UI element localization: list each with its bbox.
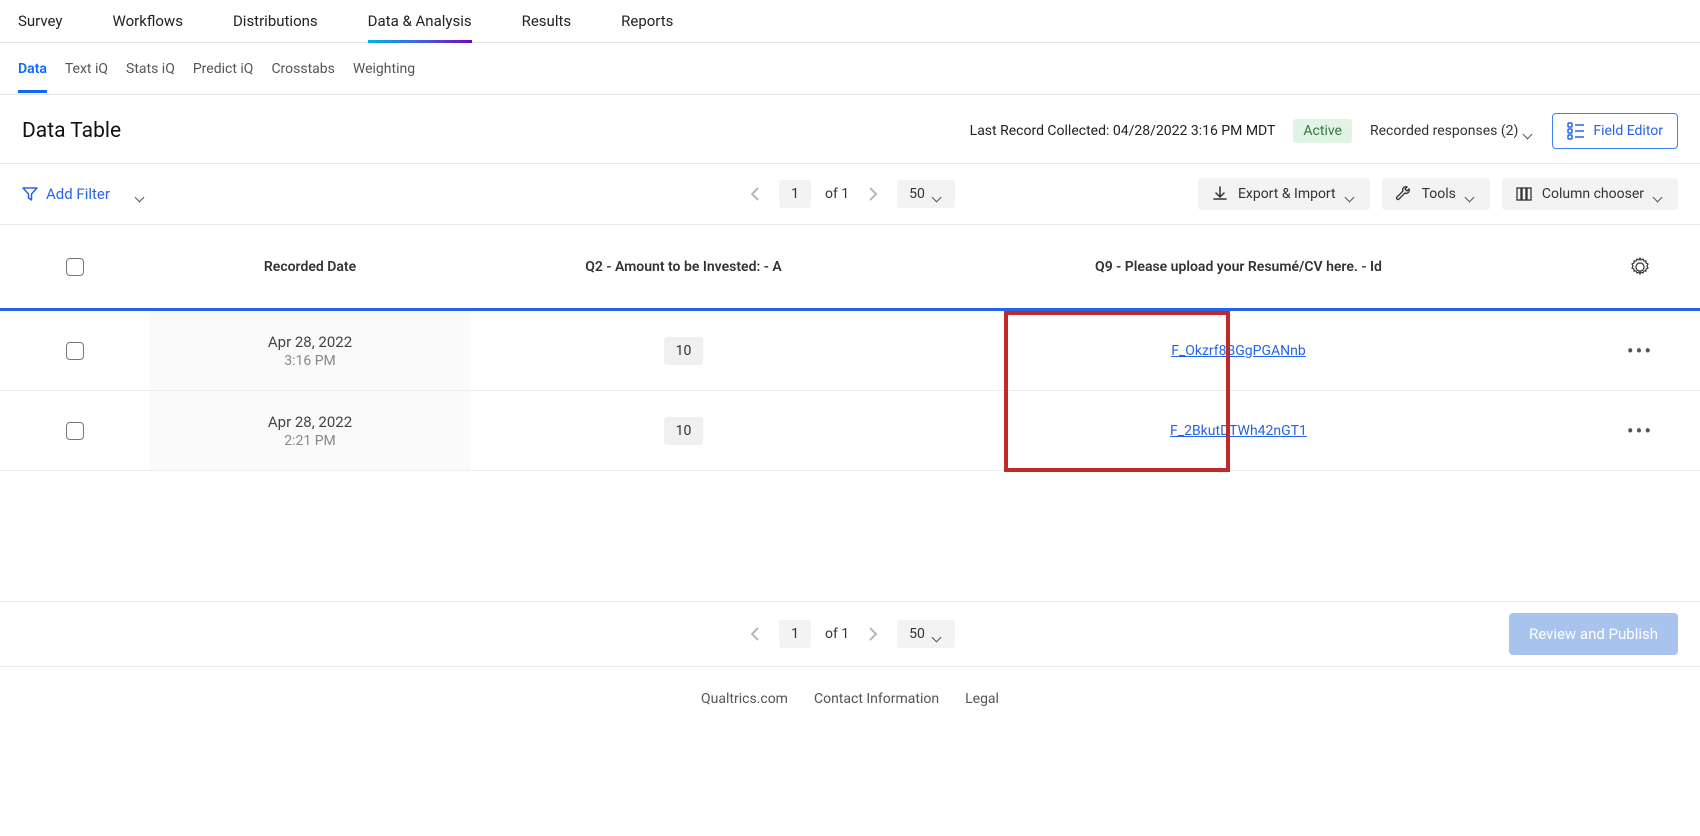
prev-page-button-footer[interactable] [745,623,765,645]
select-all-checkbox[interactable] [66,258,84,276]
nav-workflows[interactable]: Workflows [113,0,183,42]
amount-value: 10 [664,417,704,445]
field-editor-button[interactable]: Field Editor [1552,113,1678,149]
export-import-label: Export & Import [1238,186,1336,202]
chevron-down-icon [1466,189,1476,199]
subnav-predictiq[interactable]: Predict iQ [193,45,254,93]
field-editor-label: Field Editor [1593,123,1663,139]
recorded-responses-dropdown[interactable]: Recorded responses (2) [1370,123,1534,139]
subnav-statsiq[interactable]: Stats iQ [126,45,175,93]
add-filter-label: Add Filter [46,185,110,203]
header-file-id[interactable]: Q9 - Please upload your Resumé/CV here. … [897,259,1580,275]
chevron-down-icon [933,189,943,199]
page-of-label: of 1 [825,186,849,202]
nav-distributions[interactable]: Distributions [233,0,318,42]
row-checkbox[interactable] [66,422,84,440]
chevron-down-icon [1524,126,1534,136]
title-row: Data Table Last Record Collected: 04/28/… [0,95,1700,164]
header-amount[interactable]: Q2 - Amount to be Invested: - A [470,259,897,275]
column-chooser-button[interactable]: Column chooser [1502,178,1678,210]
filter-icon [22,186,38,202]
nav-results[interactable]: Results [522,0,572,42]
cell-file-id: F_Okzrf8BGgPGANnb [897,343,1580,359]
toolbar: Add Filter 1 of 1 50 Export & Import [0,164,1700,225]
row-actions-button[interactable]: ••• [1580,419,1700,443]
cell-recorded-date: Apr 28, 2022 2:21 PM [150,391,470,470]
cell-recorded-date: Apr 28, 2022 3:16 PM [150,311,470,390]
nav-reports[interactable]: Reports [621,0,673,42]
wrench-icon [1396,186,1412,202]
row-date: Apr 28, 2022 [150,333,470,351]
footer-link-legal[interactable]: Legal [965,691,999,707]
footer-link-qualtrics[interactable]: Qualtrics.com [701,691,788,707]
field-editor-icon [1567,122,1585,140]
page-size-value-footer: 50 [909,626,925,642]
next-page-button-footer[interactable] [863,623,883,645]
table-row: Apr 28, 2022 3:16 PM 10 F_Okzrf8BGgPGANn… [0,311,1700,391]
file-id-link[interactable]: F_Okzrf8BGgPGANnb [1171,343,1306,359]
prev-page-button[interactable] [745,183,765,205]
status-badge: Active [1293,119,1352,143]
filter-dropdown-chevron[interactable] [136,189,146,199]
column-chooser-label: Column chooser [1542,186,1644,202]
chevron-down-icon [1346,189,1356,199]
tools-label: Tools [1422,186,1456,202]
add-filter-button[interactable]: Add Filter [22,185,110,203]
tools-button[interactable]: Tools [1382,178,1490,210]
nav-data-analysis[interactable]: Data & Analysis [368,0,472,42]
gear-icon[interactable] [1630,257,1650,277]
nav-survey[interactable]: Survey [18,0,63,42]
row-time: 2:21 PM [150,433,470,449]
page-number-input[interactable]: 1 [779,180,811,208]
page-of-label-footer: of 1 [825,626,849,642]
table-row: Apr 28, 2022 2:21 PM 10 F_2BkutDTWh42nGT… [0,391,1700,471]
subnav-data[interactable]: Data [18,45,47,93]
cell-amount: 10 [470,337,897,365]
cell-amount: 10 [470,417,897,445]
sub-nav: Data Text iQ Stats iQ Predict iQ Crossta… [0,43,1700,95]
last-record-text: Last Record Collected: 04/28/2022 3:16 P… [970,123,1276,139]
footer-link-contact[interactable]: Contact Information [814,691,939,707]
page-title: Data Table [22,119,121,143]
file-id-link[interactable]: F_2BkutDTWh42nGT1 [1170,423,1307,439]
top-nav: Survey Workflows Distributions Data & An… [0,0,1700,43]
subnav-weighting[interactable]: Weighting [353,45,415,93]
row-date: Apr 28, 2022 [150,413,470,431]
amount-value: 10 [664,337,704,365]
footer-links: Qualtrics.com Contact Information Legal [0,667,1700,747]
columns-icon [1516,186,1532,202]
page-size-dropdown-footer[interactable]: 50 [897,620,955,648]
row-checkbox[interactable] [66,342,84,360]
export-import-button[interactable]: Export & Import [1198,178,1370,210]
page-number-input-footer[interactable]: 1 [779,620,811,648]
cell-file-id: F_2BkutDTWh42nGT1 [897,423,1580,439]
chevron-down-icon [1654,189,1664,199]
review-publish-button[interactable]: Review and Publish [1509,613,1678,655]
data-table: Recorded Date Q2 - Amount to be Invested… [0,225,1700,471]
row-time: 3:16 PM [150,353,470,369]
subnav-crosstabs[interactable]: Crosstabs [271,45,334,93]
chevron-down-icon [933,629,943,639]
page-size-value: 50 [909,186,925,202]
table-header-row: Recorded Date Q2 - Amount to be Invested… [0,225,1700,311]
header-recorded-date[interactable]: Recorded Date [150,259,470,275]
row-actions-button[interactable]: ••• [1580,339,1700,363]
subnav-textiq[interactable]: Text iQ [65,45,108,93]
download-icon [1212,186,1228,202]
recorded-responses-label: Recorded responses (2) [1370,123,1518,139]
footer-pagination: 1 of 1 50 Review and Publish [0,601,1700,667]
page-size-dropdown[interactable]: 50 [897,180,955,208]
next-page-button[interactable] [863,183,883,205]
